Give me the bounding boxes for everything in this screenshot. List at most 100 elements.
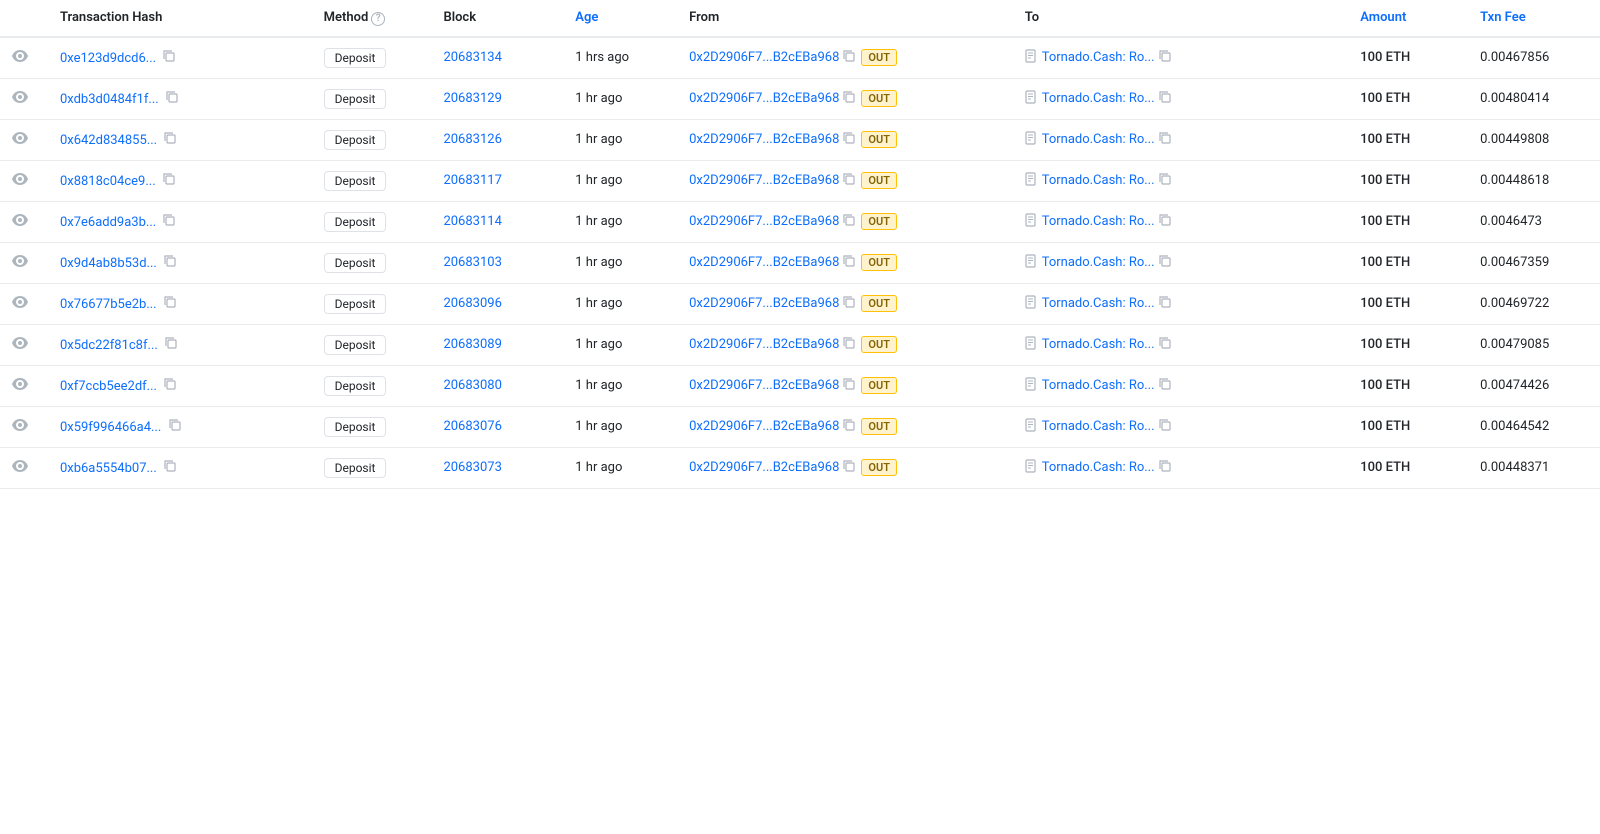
to-address-link[interactable]: Tornado.Cash: Ro...: [1042, 337, 1155, 352]
hash-copy-icon[interactable]: [166, 92, 178, 106]
to-copy-icon[interactable]: [1159, 132, 1171, 147]
block-link[interactable]: 20683114: [443, 214, 501, 229]
from-copy-icon[interactable]: [843, 460, 855, 475]
transaction-hash-link[interactable]: 0x76677b5e2b...: [60, 297, 157, 312]
eye-icon[interactable]: [12, 255, 28, 271]
from-copy-icon[interactable]: [843, 378, 855, 393]
hash-copy-icon[interactable]: [164, 461, 176, 475]
from-copy-icon[interactable]: [843, 91, 855, 106]
from-address-link[interactable]: 0x2D2906F7...B2cEBa968: [689, 50, 839, 65]
to-copy-icon[interactable]: [1159, 296, 1171, 311]
transaction-hash-link[interactable]: 0xdb3d0484f1f...: [60, 92, 159, 107]
from-copy-icon[interactable]: [843, 296, 855, 311]
to-copy-icon[interactable]: [1159, 50, 1171, 65]
from-copy-icon[interactable]: [843, 173, 855, 188]
from-address-link[interactable]: 0x2D2906F7...B2cEBa968: [689, 214, 839, 229]
block-link[interactable]: 20683126: [443, 132, 501, 147]
hash-copy-icon[interactable]: [165, 338, 177, 352]
hash-copy-icon[interactable]: [163, 51, 175, 65]
from-copy-icon[interactable]: [843, 255, 855, 270]
from-address-link[interactable]: 0x2D2906F7...B2cEBa968: [689, 255, 839, 270]
eye-icon[interactable]: [12, 50, 28, 66]
table-row: 0x9d4ab8b53d... Deposit 20683103 1 hr ag…: [0, 242, 1600, 283]
from-copy-icon[interactable]: [843, 337, 855, 352]
block-link[interactable]: 20683076: [443, 419, 501, 434]
hash-copy-icon[interactable]: [163, 215, 175, 229]
to-copy-icon[interactable]: [1159, 91, 1171, 106]
hash-copy-icon[interactable]: [164, 379, 176, 393]
to-address-link[interactable]: Tornado.Cash: Ro...: [1042, 132, 1155, 147]
to-document-icon: [1025, 295, 1038, 312]
to-address-link[interactable]: Tornado.Cash: Ro...: [1042, 50, 1155, 65]
to-copy-icon[interactable]: [1159, 378, 1171, 393]
transaction-hash-link[interactable]: 0x9d4ab8b53d...: [60, 256, 157, 271]
out-badge: OUT: [861, 418, 897, 435]
block-link[interactable]: 20683134: [443, 50, 501, 65]
to-address-link[interactable]: Tornado.Cash: Ro...: [1042, 255, 1155, 270]
to-copy-icon[interactable]: [1159, 460, 1171, 475]
hash-copy-icon[interactable]: [164, 256, 176, 270]
to-address-link[interactable]: Tornado.Cash: Ro...: [1042, 460, 1155, 475]
method-button: Deposit: [324, 48, 387, 68]
to-copy-icon[interactable]: [1159, 419, 1171, 434]
to-copy-icon[interactable]: [1159, 173, 1171, 188]
from-address-link[interactable]: 0x2D2906F7...B2cEBa968: [689, 173, 839, 188]
hash-cell: 0x9d4ab8b53d...: [48, 242, 312, 283]
from-copy-icon[interactable]: [843, 214, 855, 229]
to-address-link[interactable]: Tornado.Cash: Ro...: [1042, 378, 1155, 393]
hash-copy-icon[interactable]: [163, 174, 175, 188]
from-address-link[interactable]: 0x2D2906F7...B2cEBa968: [689, 460, 839, 475]
from-address-link[interactable]: 0x2D2906F7...B2cEBa968: [689, 132, 839, 147]
to-address-link[interactable]: Tornado.Cash: Ro...: [1042, 91, 1155, 106]
from-address-link[interactable]: 0x2D2906F7...B2cEBa968: [689, 337, 839, 352]
method-info-icon[interactable]: ?: [371, 12, 385, 26]
transaction-hash-link[interactable]: 0xf7ccb5ee2df...: [60, 379, 157, 394]
transaction-hash-link[interactable]: 0xb6a5554b07...: [60, 461, 157, 476]
eye-icon[interactable]: [12, 132, 28, 148]
to-copy-icon[interactable]: [1159, 337, 1171, 352]
from-copy-icon[interactable]: [843, 132, 855, 147]
eye-icon[interactable]: [12, 296, 28, 312]
block-link[interactable]: 20683096: [443, 296, 501, 311]
age-value: 1 hr ago: [575, 378, 622, 393]
hash-copy-icon[interactable]: [164, 297, 176, 311]
eye-icon[interactable]: [12, 91, 28, 107]
from-cell: 0x2D2906F7...B2cEBa968 OUT: [677, 447, 1013, 488]
txn-fee-value: 0.00464542: [1480, 419, 1549, 434]
transaction-hash-link[interactable]: 0x642d834855...: [60, 133, 157, 148]
transaction-hash-link[interactable]: 0xe123d9dcd6...: [60, 51, 156, 66]
from-copy-icon[interactable]: [843, 50, 855, 65]
to-address-link[interactable]: Tornado.Cash: Ro...: [1042, 296, 1155, 311]
eye-icon[interactable]: [12, 419, 28, 435]
hash-copy-icon[interactable]: [164, 133, 176, 147]
eye-icon[interactable]: [12, 378, 28, 394]
to-copy-icon[interactable]: [1159, 214, 1171, 229]
eye-icon[interactable]: [12, 173, 28, 189]
amount-value: 100 ETH: [1360, 419, 1410, 434]
block-link[interactable]: 20683073: [443, 460, 501, 475]
eye-icon[interactable]: [12, 460, 28, 476]
eye-icon[interactable]: [12, 214, 28, 230]
block-link[interactable]: 20683117: [443, 173, 501, 188]
transaction-hash-link[interactable]: 0x7e6add9a3b...: [60, 215, 156, 230]
eye-icon[interactable]: [12, 337, 28, 353]
from-address-link[interactable]: 0x2D2906F7...B2cEBa968: [689, 419, 839, 434]
block-link[interactable]: 20683080: [443, 378, 501, 393]
from-address-link[interactable]: 0x2D2906F7...B2cEBa968: [689, 296, 839, 311]
to-address-link[interactable]: Tornado.Cash: Ro...: [1042, 419, 1155, 434]
block-link[interactable]: 20683129: [443, 91, 501, 106]
to-copy-icon[interactable]: [1159, 255, 1171, 270]
from-copy-icon[interactable]: [843, 419, 855, 434]
from-address-link[interactable]: 0x2D2906F7...B2cEBa968: [689, 91, 839, 106]
block-link[interactable]: 20683103: [443, 255, 501, 270]
method-button: Deposit: [324, 294, 387, 314]
amount-cell: 100 ETH: [1348, 324, 1468, 365]
hash-copy-icon[interactable]: [169, 420, 181, 434]
transaction-hash-link[interactable]: 0x59f996466a4...: [60, 420, 161, 435]
from-address-link[interactable]: 0x2D2906F7...B2cEBa968: [689, 378, 839, 393]
transaction-hash-link[interactable]: 0x5dc22f81c8f...: [60, 338, 158, 353]
transaction-hash-link[interactable]: 0x8818c04ce9...: [60, 174, 156, 189]
to-address-link[interactable]: Tornado.Cash: Ro...: [1042, 173, 1155, 188]
block-link[interactable]: 20683089: [443, 337, 501, 352]
to-address-link[interactable]: Tornado.Cash: Ro...: [1042, 214, 1155, 229]
